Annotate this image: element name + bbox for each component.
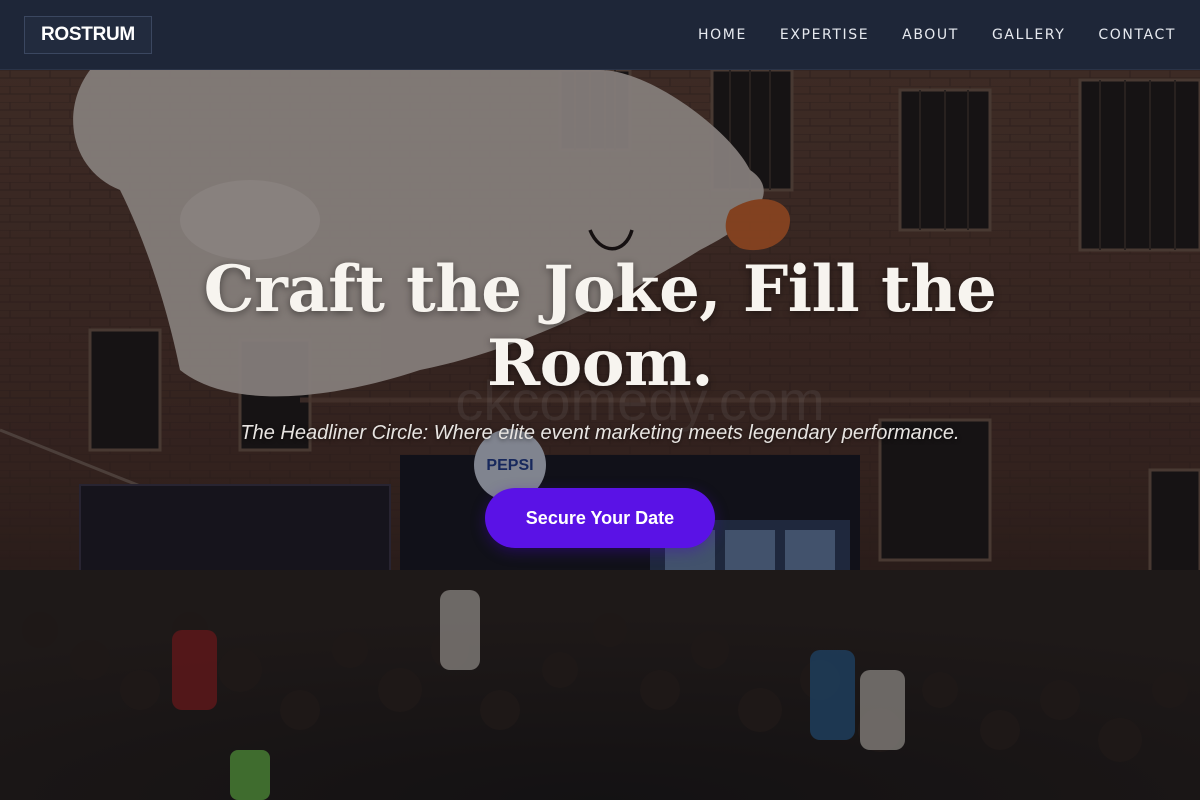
nav-home[interactable]: HOME <box>698 27 747 43</box>
navbar: ROSTRUM HOME EXPERTISE ABOUT GALLERY CON… <box>0 0 1200 70</box>
hero-section: PEPSI ckcomedy.com Craft the Joke, Fill … <box>0 70 1200 800</box>
site-logo[interactable]: ROSTRUM <box>24 15 152 54</box>
nav-contact[interactable]: CONTACT <box>1098 27 1176 43</box>
nav-about[interactable]: ABOUT <box>902 27 959 43</box>
hero-tagline: The Headliner Circle: Where elite event … <box>240 422 960 444</box>
nav-gallery[interactable]: GALLERY <box>992 27 1065 43</box>
main-nav: HOME EXPERTISE ABOUT GALLERY CONTACT <box>665 27 1176 43</box>
hero-headline: Craft the Joke, Fill the Room. <box>203 252 997 401</box>
secure-date-button[interactable]: Secure Your Date <box>485 488 715 548</box>
nav-expertise[interactable]: EXPERTISE <box>780 27 869 43</box>
